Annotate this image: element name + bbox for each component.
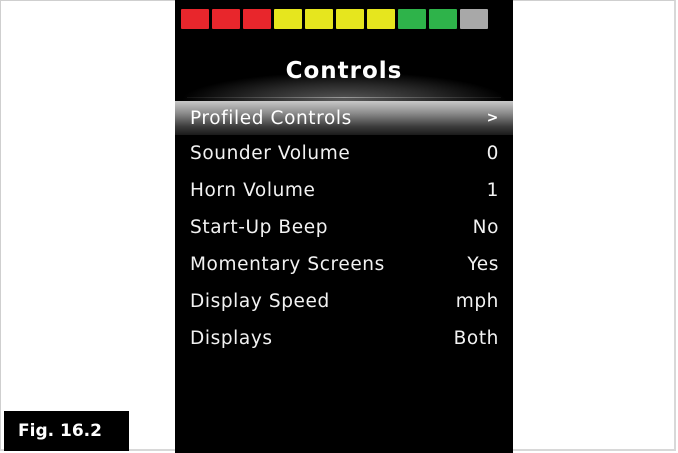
menu-item-value: 0 (486, 143, 499, 164)
menu-item-display-speed[interactable]: Display Speed mph (175, 283, 513, 320)
battery-segment (181, 9, 209, 29)
menu-item-displays[interactable]: Displays Both (175, 320, 513, 357)
menu-item-label: Display Speed (190, 291, 330, 312)
menu-item-horn-volume[interactable]: Horn Volume 1 (175, 172, 513, 209)
menu-item-label: Sounder Volume (190, 143, 351, 164)
battery-gauge (181, 9, 488, 29)
battery-segment (398, 9, 426, 29)
menu-item-label: Displays (190, 328, 273, 349)
menu-item-value: Yes (467, 254, 499, 275)
title-divider (187, 97, 501, 98)
menu-item-value: Both (453, 328, 499, 349)
menu-item-value: No (472, 217, 499, 238)
menu-item-momentary-screens[interactable]: Momentary Screens Yes (175, 246, 513, 283)
page-title: Controls (285, 58, 403, 84)
menu-item-profiled-controls[interactable]: Profiled Controls > (175, 101, 513, 135)
battery-segment (460, 9, 488, 29)
menu-item-value: 1 (486, 180, 499, 201)
menu-item-value: mph (455, 291, 499, 312)
battery-segment (212, 9, 240, 29)
battery-segment (336, 9, 364, 29)
menu-item-label: Momentary Screens (190, 254, 385, 275)
figure-label: Fig. 16.2 (4, 411, 129, 451)
controller-screen: Controls Profiled Controls > Sounder Vol… (175, 0, 513, 453)
menu-item-sounder-volume[interactable]: Sounder Volume 0 (175, 135, 513, 172)
menu-item-label: Horn Volume (190, 180, 316, 201)
menu-item-start-up-beep[interactable]: Start-Up Beep No (175, 209, 513, 246)
battery-segment (305, 9, 333, 29)
battery-segment (274, 9, 302, 29)
controls-menu: Profiled Controls > Sounder Volume 0 Hor… (175, 101, 513, 357)
chevron-right-icon: > (486, 110, 499, 126)
menu-item-label: Profiled Controls (190, 107, 352, 129)
battery-segment (367, 9, 395, 29)
battery-segment (243, 9, 271, 29)
battery-segment (429, 9, 457, 29)
menu-item-label: Start-Up Beep (190, 217, 329, 238)
